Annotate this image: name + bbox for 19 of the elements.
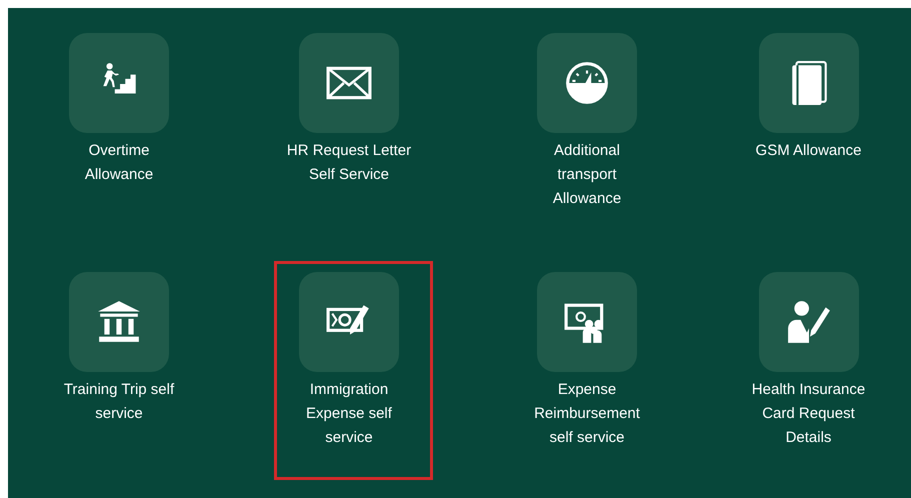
app-tile-button[interactable]: [537, 33, 637, 133]
app-tile-button[interactable]: [758, 272, 858, 372]
person-pencil-icon: [786, 299, 832, 345]
app-tile-button[interactable]: [299, 33, 399, 133]
tile-label[interactable]: Health Insurance Card Request Details: [752, 378, 866, 450]
tile-label[interactable]: Expense Reimbursement self service: [534, 378, 640, 450]
app-tile-button[interactable]: [537, 272, 637, 372]
tile-label[interactable]: GSM Allowance: [756, 139, 862, 163]
tile-label[interactable]: Immigration Expense self service: [306, 378, 392, 450]
gauge-icon: [564, 60, 610, 106]
app-tile-button[interactable]: [299, 272, 399, 372]
app-tile-button[interactable]: [69, 272, 169, 372]
bank-icon: [96, 299, 142, 345]
tile-label[interactable]: Training Trip self service: [64, 378, 174, 426]
app-tile-button[interactable]: [758, 33, 858, 133]
app-tile-button[interactable]: [69, 33, 169, 133]
tile-label[interactable]: Additional transport Allowance: [552, 139, 622, 211]
tile-label[interactable]: HR Request Letter Self Service: [286, 139, 412, 187]
tile-label[interactable]: Overtime Allowance: [84, 139, 154, 187]
